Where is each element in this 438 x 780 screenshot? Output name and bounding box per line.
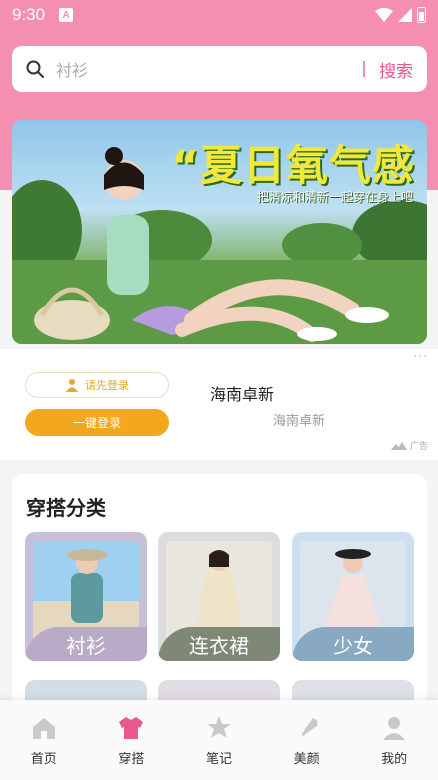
category-photo <box>300 541 406 641</box>
status-time: 9:30 <box>12 5 46 24</box>
profile-icon <box>383 717 406 740</box>
search-bar[interactable]: 衬衫 搜索 <box>12 46 427 92</box>
nav-label: 美颜 <box>293 752 320 767</box>
ad-subtitle: 海南卓新 <box>273 414 326 429</box>
search-input[interactable]: 衬衫 <box>56 57 363 81</box>
search-icon <box>26 60 44 78</box>
category-tile-dress[interactable]: 连衣裙 <box>158 532 280 661</box>
promo-banner[interactable]: “夏日氧气感 把清凉和清新一起穿在身上吧 <box>12 120 427 344</box>
nav-item-notes[interactable]: 笔记 <box>175 700 263 780</box>
clothing-icon <box>119 717 144 739</box>
category-label: 少女 <box>292 627 414 661</box>
search-divider <box>363 61 365 77</box>
banner-subtitle: 把清凉和清新一起穿在身上吧 <box>256 190 413 204</box>
nav-label: 首页 <box>30 752 57 767</box>
status-bar: 9:30 A <box>0 0 438 30</box>
ad-tag-label: 广告 <box>409 442 428 452</box>
app-notification-icon: A <box>59 8 74 22</box>
category-tile-girl[interactable]: 少女 <box>292 532 414 661</box>
login-hint-label: 请先登录 <box>85 379 129 392</box>
ad-section: ··· 请先登录 一键登录 海南卓新 海南卓新 广告 <box>0 349 438 460</box>
category-photo <box>166 541 272 641</box>
category-label: 连衣裙 <box>158 627 280 661</box>
category-tile-shirt[interactable]: 衬衫 <box>25 532 147 661</box>
beauty-icon <box>298 718 318 739</box>
nav-label: 穿搭 <box>118 752 145 767</box>
nav-label: 我的 <box>381 752 408 767</box>
girl-model-image <box>300 541 406 641</box>
nav-item-beauty[interactable]: 美颜 <box>263 700 351 780</box>
wifi-icon <box>375 8 393 22</box>
ad-logo-icon <box>390 441 407 450</box>
bottom-nav: 首页 穿搭 笔记 美颜 我的 <box>0 700 438 780</box>
nav-item-home[interactable]: 首页 <box>0 700 88 780</box>
status-indicators <box>375 7 426 23</box>
ad-menu-icon[interactable]: ··· <box>414 349 428 363</box>
home-icon <box>32 718 55 739</box>
search-button[interactable]: 搜索 <box>379 57 413 82</box>
login-hint-button[interactable]: 请先登录 <box>25 372 169 398</box>
notes-icon <box>206 716 231 738</box>
nav-item-outfit[interactable]: 穿搭 <box>88 700 176 780</box>
ad-tag: 广告 <box>390 439 428 452</box>
category-photo <box>33 541 139 641</box>
banner-title: “夏日氧气感 <box>171 141 415 190</box>
ad-title[interactable]: 海南卓新 <box>210 381 274 405</box>
nav-label: 笔记 <box>205 752 232 767</box>
nav-item-profile[interactable]: 我的 <box>350 700 438 780</box>
one-key-login-button[interactable]: 一键登录 <box>25 409 169 436</box>
shirt-model-image <box>33 541 139 641</box>
category-label: 衬衫 <box>25 627 147 661</box>
dress-model-image <box>166 541 272 641</box>
person-icon <box>66 379 78 392</box>
category-title: 穿搭分类 <box>26 496 106 520</box>
battery-icon <box>417 7 426 23</box>
signal-icon <box>398 8 412 22</box>
